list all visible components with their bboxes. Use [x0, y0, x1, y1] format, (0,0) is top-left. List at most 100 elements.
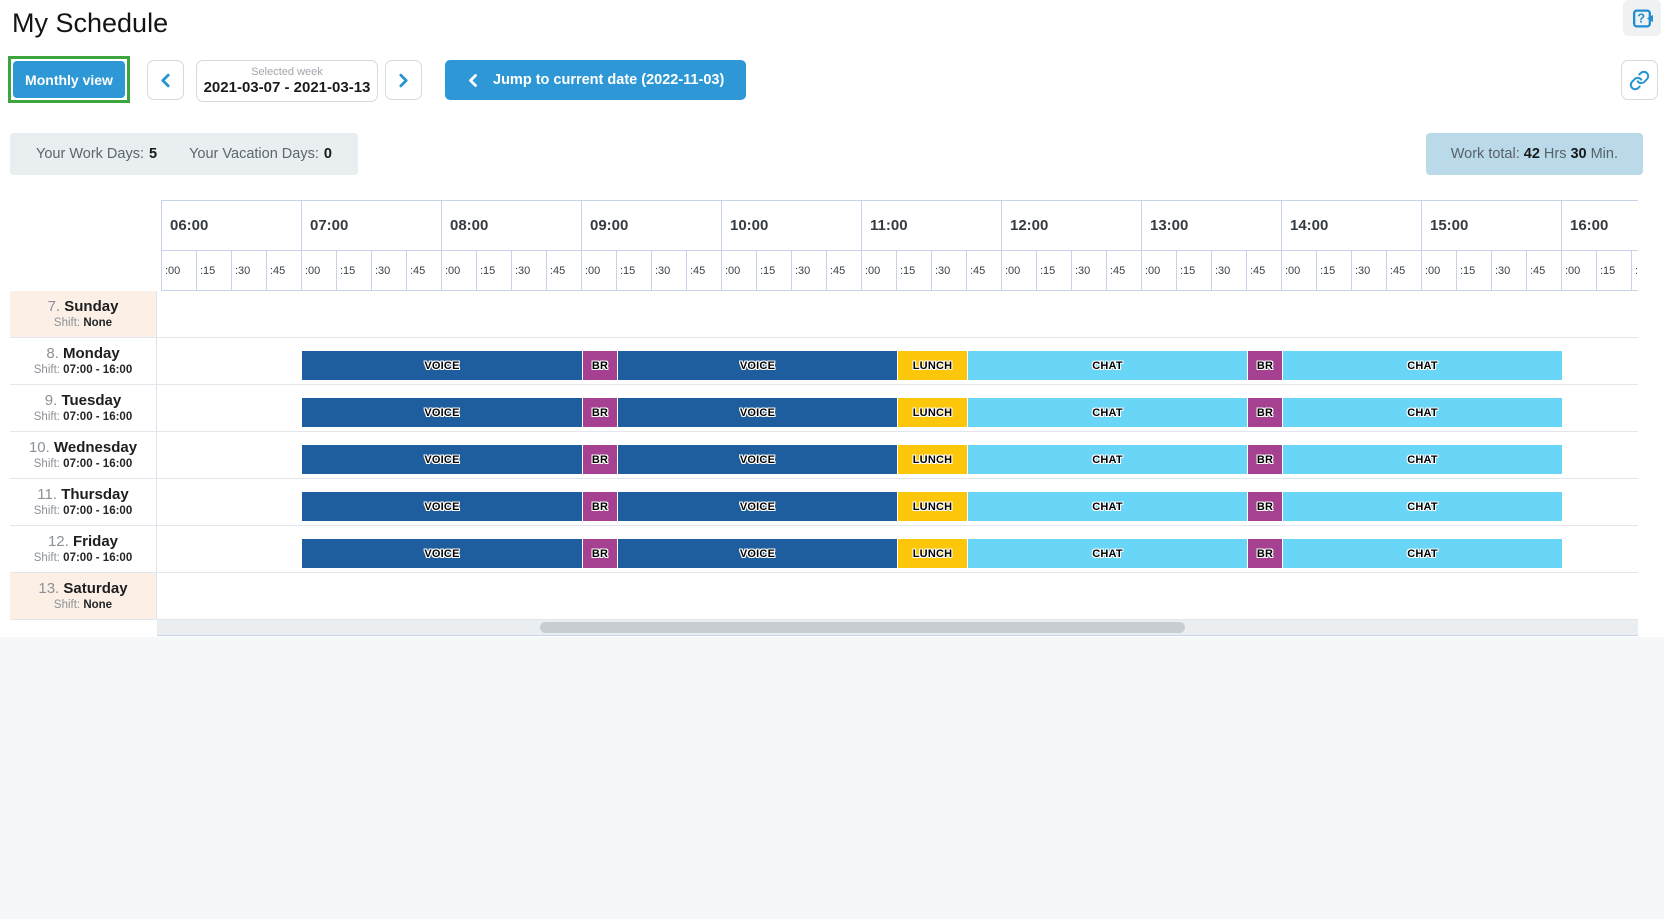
quarter-header: :15	[1597, 251, 1632, 290]
day-label-saturday: 13. SaturdayShift: None	[10, 573, 157, 619]
schedule-row-saturday: 13. SaturdayShift: None	[10, 573, 1638, 620]
hour-header-10:00: 10:00	[722, 201, 862, 250]
hour-header-13:00: 13:00	[1142, 201, 1282, 250]
shift-segment-br: BR	[1247, 492, 1282, 521]
jump-to-current-date-label: Jump to current date (2022-11-03)	[493, 72, 724, 88]
quarter-header: :00	[1562, 251, 1597, 290]
day-shift: Shift: 07:00 - 16:00	[34, 552, 132, 565]
shift-segment-br: BR	[582, 445, 617, 474]
day-track-wednesday: VOICEBRVOICELUNCHCHATBRCHAT	[161, 432, 1638, 478]
quarter-header: :00	[862, 251, 897, 290]
horizontal-scrollbar[interactable]	[157, 620, 1638, 636]
chevron-left-icon	[159, 73, 172, 88]
shift-segment-voice: VOICE	[302, 445, 582, 474]
quarter-header: :45	[1107, 251, 1142, 290]
selected-week-box[interactable]: Selected week 2021-03-07 - 2021-03-13	[196, 60, 378, 102]
shift-segment-voice: VOICE	[617, 492, 897, 521]
shift-segment-lunch: LUNCH	[897, 445, 967, 474]
quarter-header: :30	[792, 251, 827, 290]
quarter-header: :30	[372, 251, 407, 290]
quarter-header: :45	[407, 251, 442, 290]
quarter-header: :45	[687, 251, 722, 290]
shift-segment-chat: CHAT	[1282, 398, 1562, 427]
quarter-header: :00	[1422, 251, 1457, 290]
shift-label: Shift:	[54, 317, 83, 329]
schedule-row-monday: 8. MondayShift: 07:00 - 16:00VOICEBRVOIC…	[10, 338, 1638, 385]
day-name: 9. Tuesday	[45, 392, 121, 409]
day-shift: Shift: None	[54, 317, 112, 330]
shift-segment-br: BR	[1247, 539, 1282, 568]
day-name-text: Friday	[73, 533, 118, 550]
shift-segment-lunch: LUNCH	[897, 492, 967, 521]
shift-segment-br: BR	[1247, 351, 1282, 380]
previous-week-button[interactable]	[147, 60, 184, 100]
day-number: 10.	[29, 439, 54, 456]
chevron-right-icon	[397, 73, 410, 88]
vacation-days-stat: Your Vacation Days:0	[189, 146, 332, 162]
hour-header-11:00: 11:00	[862, 201, 1002, 250]
quarter-header: :45	[1387, 251, 1422, 290]
quarter-header: :00	[1142, 251, 1177, 290]
monthly-view-highlight: Monthly view	[8, 56, 130, 103]
monthly-view-button[interactable]: Monthly view	[13, 61, 125, 98]
day-name-text: Thursday	[61, 486, 129, 503]
shift-segment-br: BR	[582, 398, 617, 427]
quarter-header: :30	[232, 251, 267, 290]
page-title: My Schedule	[12, 8, 168, 39]
quarter-header: :30	[652, 251, 687, 290]
work-total-badge: Work total:42Hrs30Min.	[1426, 133, 1643, 175]
shift-segment-chat: CHAT	[1282, 351, 1562, 380]
stats-row: Your Work Days:5 Your Vacation Days:0 Wo…	[10, 133, 1643, 175]
shift-label: Shift:	[34, 411, 63, 423]
shift-segment-voice: VOICE	[617, 445, 897, 474]
day-name: 10. Wednesday	[29, 439, 137, 456]
shift-label: Shift:	[54, 599, 83, 611]
shift-segment-lunch: LUNCH	[897, 351, 967, 380]
quarter-header: :45	[547, 251, 582, 290]
link-icon	[1629, 70, 1650, 91]
copy-link-button[interactable]	[1621, 60, 1658, 100]
selected-week-value: 2021-03-07 - 2021-03-13	[204, 79, 371, 97]
shift-segment-chat: CHAT	[1282, 492, 1562, 521]
help-button[interactable]: ?	[1623, 0, 1661, 36]
day-number: 7.	[48, 298, 65, 315]
day-name: 8. Monday	[46, 345, 119, 362]
toolbar: Monthly view Selected week 2021-03-07 - …	[8, 56, 1658, 104]
day-label-monday: 8. Monday Shift: 07:00 - 16:00	[10, 338, 157, 384]
schedule-table: 06:0007:0008:0009:0010:0011:0012:0013:00…	[10, 200, 1638, 636]
quarter-header: :15	[1317, 251, 1352, 290]
day-name: 12. Friday	[48, 533, 118, 550]
day-number: 12.	[48, 533, 73, 550]
scrollbar-thumb[interactable]	[540, 622, 1185, 633]
time-header: 06:0007:0008:0009:0010:0011:0012:0013:00…	[161, 200, 1638, 291]
shift-segment-chat: CHAT	[967, 398, 1247, 427]
next-week-button[interactable]	[385, 60, 422, 100]
hour-header-12:00: 12:00	[1002, 201, 1142, 250]
quarter-header: :15	[477, 251, 512, 290]
shift-segment-br: BR	[582, 351, 617, 380]
shift-value: 07:00 - 16:00	[63, 364, 132, 376]
jump-to-current-date-button[interactable]: Jump to current date (2022-11-03)	[445, 60, 746, 100]
day-shift: Shift: 07:00 - 16:00	[34, 364, 132, 377]
quarter-header: :00	[1002, 251, 1037, 290]
schedule-row-wednesday: 10. WednesdayShift: 07:00 - 16:00VOICEBR…	[10, 432, 1638, 479]
shift-label: Shift:	[34, 364, 63, 376]
hour-header-09:00: 09:00	[582, 201, 722, 250]
quarter-header: :00	[162, 251, 197, 290]
day-name-text: Sunday	[64, 298, 118, 315]
quarter-header: :00	[582, 251, 617, 290]
quarter-header: :15	[337, 251, 372, 290]
shift-segment-voice: VOICE	[302, 539, 582, 568]
quarter-header: :30	[1072, 251, 1107, 290]
quarter-header: :15	[757, 251, 792, 290]
hour-header-14:00: 14:00	[1282, 201, 1422, 250]
day-name: 7. Sunday	[48, 298, 119, 315]
shift-segment-br: BR	[582, 492, 617, 521]
quarter-header: :45	[827, 251, 862, 290]
quarter-header: :30	[1492, 251, 1527, 290]
shift-value: 07:00 - 16:00	[63, 505, 132, 517]
shift-segment-br: BR	[1247, 398, 1282, 427]
day-shift: Shift: 07:00 - 16:00	[34, 505, 132, 518]
shift-value: None	[83, 599, 112, 611]
stats-bar: Your Work Days:5 Your Vacation Days:0	[10, 133, 358, 175]
